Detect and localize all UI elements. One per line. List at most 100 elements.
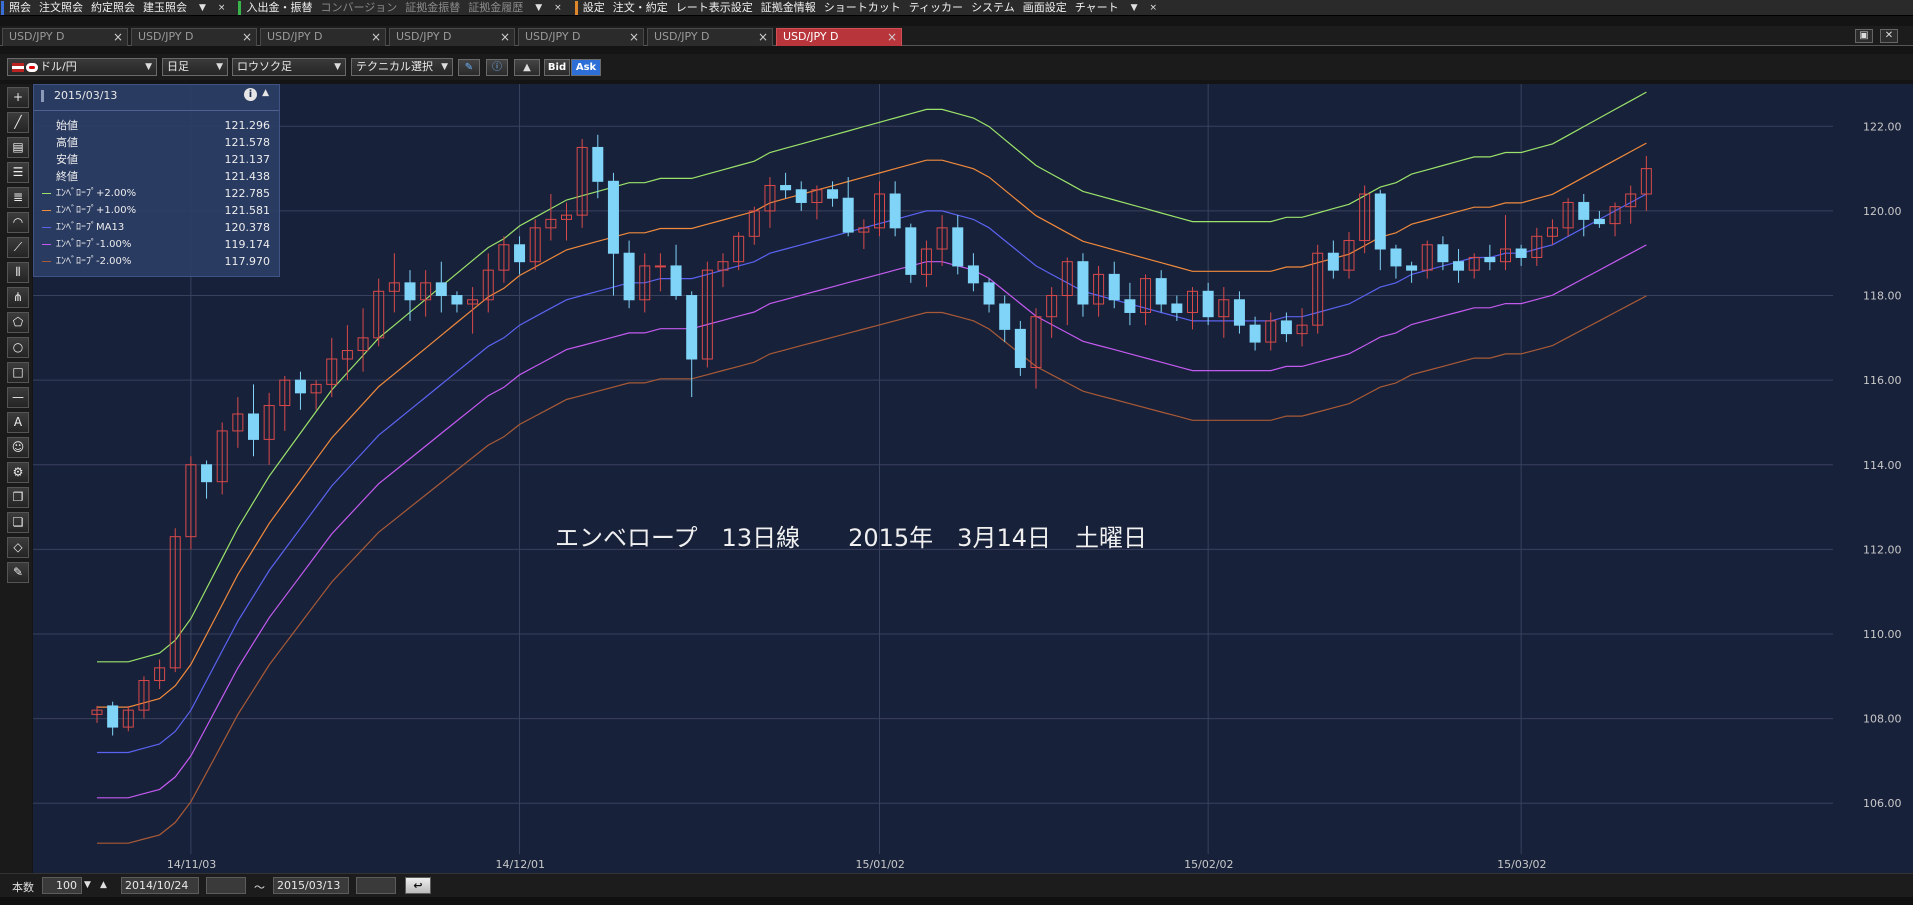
close-icon[interactable]: ×	[1144, 0, 1164, 16]
menu-item[interactable]: 注文照会	[37, 0, 89, 16]
fan-tool-icon[interactable]: ⟋	[7, 237, 29, 258]
chart-area[interactable]: 106.00 108.00 110.00 112.00 114.00 116.00 118.…	[33, 84, 1913, 874]
us-flag-icon	[12, 62, 24, 72]
menu-item[interactable]: ティッカー	[907, 0, 969, 16]
menu-item[interactable]: ショートカット	[822, 0, 907, 16]
collapse-icon[interactable]: ▲	[262, 88, 269, 98]
copy-tool-icon[interactable]: ❐	[7, 487, 29, 508]
pen-tool-button[interactable]: ✎	[458, 59, 480, 76]
menu-item[interactable]: 入出金・振替	[244, 0, 318, 16]
chart-type-select[interactable]: ロウソク足 ▼	[232, 58, 346, 76]
ask-button[interactable]: Ask	[571, 59, 601, 76]
chart-tab-label: USD/JPY D	[783, 30, 839, 43]
spin-up-icon[interactable]: ▲	[100, 880, 107, 890]
info-row-label: 始値	[56, 119, 78, 132]
paste-tool-icon[interactable]: ❏	[7, 512, 29, 533]
menu-item[interactable]: 証拠金情報	[759, 0, 822, 16]
close-icon[interactable]: ×	[242, 29, 252, 45]
rectangle-tool-icon[interactable]: □	[7, 362, 29, 383]
menu-item[interactable]: 証拠金履歴	[466, 0, 529, 16]
close-icon[interactable]: ×	[371, 29, 381, 45]
menu-item[interactable]: 注文・約定	[611, 0, 674, 16]
menu-item[interactable]: 建玉照会	[141, 0, 193, 16]
chart-tab[interactable]: USD/JPY D ×	[647, 28, 773, 46]
menu-item[interactable]: 約定照会	[89, 0, 141, 16]
apply-range-button[interactable]: ↩	[405, 877, 431, 894]
settings-tool-icon[interactable]: ⚙	[7, 462, 29, 483]
menu-item[interactable]: 照会	[7, 0, 37, 16]
hline-tool-icon[interactable]: —	[7, 387, 29, 408]
menu-item[interactable]: 証拠金振替	[403, 0, 466, 16]
count-input[interactable]: 100	[42, 877, 82, 894]
info-row-value: 121.578	[224, 136, 271, 149]
fibonacci-tool-icon[interactable]: ≣	[7, 187, 29, 208]
info-row-label: ｴﾝﾍﾞﾛｰﾌﾟ+1.00%	[56, 205, 137, 216]
chart-tab[interactable]: USD/JPY D ×	[389, 28, 515, 46]
x-tick-label: 14/12/01	[496, 858, 545, 871]
chart-tab-label: USD/JPY D	[396, 30, 452, 43]
menu-item[interactable]: レート表示設定	[674, 0, 759, 16]
menu-item[interactable]: コンバージョン	[318, 0, 403, 16]
chevron-down-icon[interactable]: ▼	[193, 0, 212, 16]
info-button[interactable]: ⓘ	[486, 59, 508, 76]
candlestick-chart[interactable]: 106.00 108.00 110.00 112.00 114.00 116.00 118.…	[33, 84, 1913, 874]
end-date-input[interactable]: 2015/03/13	[273, 877, 349, 894]
close-icon[interactable]: ×	[113, 29, 123, 45]
eraser-all-tool-icon[interactable]: ✎	[7, 562, 29, 583]
close-window-button[interactable]: ✕	[1880, 29, 1898, 43]
info-icon[interactable]: i	[244, 88, 257, 101]
chart-tab[interactable]: USD/JPY D ×	[260, 28, 386, 46]
envelope-series-line	[97, 244, 1647, 799]
spin-down-icon[interactable]: ▼	[84, 880, 91, 890]
start-date-input[interactable]: 2014/10/24	[121, 877, 199, 894]
close-icon[interactable]: ×	[629, 29, 639, 45]
candle-body	[514, 244, 526, 263]
stamp-tool-icon[interactable]: ☺	[7, 437, 29, 458]
end-time-input[interactable]	[356, 877, 396, 894]
menu-item[interactable]: チャート	[1073, 0, 1125, 16]
chevron-down-icon[interactable]: ▼	[1125, 0, 1144, 16]
start-time-input[interactable]	[206, 877, 246, 894]
close-icon[interactable]: ×	[887, 29, 897, 45]
panel-grip[interactable]	[41, 90, 44, 102]
chart-tab[interactable]: USD/JPY D ×	[131, 28, 257, 46]
bid-button[interactable]: Bid	[544, 59, 570, 76]
currency-pair-select[interactable]: ドル/円 ▼	[7, 58, 157, 76]
candle-body	[1249, 324, 1261, 343]
chart-tab[interactable]: USD/JPY D ×	[518, 28, 644, 46]
chart-tab[interactable]: USD/JPY D ×	[2, 28, 128, 46]
menu-item[interactable]: 画面設定	[1021, 0, 1073, 16]
horizontal-lines-tool-icon[interactable]: ☰	[7, 162, 29, 183]
text-tool-icon[interactable]: A	[7, 412, 29, 433]
menu-item[interactable]: システム	[969, 0, 1021, 16]
currency-pair-label: ドル/円	[40, 60, 77, 73]
pentagon-tool-icon[interactable]: ⬠	[7, 312, 29, 333]
info-row-value: 120.378	[224, 221, 271, 234]
crosshair-tool-icon[interactable]: +	[7, 87, 29, 108]
arc-tool-icon[interactable]: ◠	[7, 212, 29, 233]
candle-body	[592, 146, 604, 182]
vertical-lines-tool-icon[interactable]: ⦀	[7, 262, 29, 283]
candle-body	[654, 265, 666, 268]
ruler-tool-icon[interactable]: ▤	[7, 137, 29, 158]
chevron-down-icon[interactable]: ▼	[529, 0, 548, 16]
envelope-series-line	[97, 142, 1647, 708]
eraser-tool-icon[interactable]: ◇	[7, 537, 29, 558]
trendline-tool-icon[interactable]: ╱	[7, 112, 29, 133]
chart-style-button[interactable]: ▲	[514, 59, 540, 76]
close-icon[interactable]: ×	[758, 29, 768, 45]
technical-select-button[interactable]: テクニカル選択 ▼	[351, 58, 453, 76]
close-icon[interactable]: ×	[212, 0, 232, 16]
circle-tool-icon[interactable]: ○	[7, 337, 29, 358]
menu-bar: 照会 注文照会 約定照会 建玉照会 ▼ × 入出金・振替 コンバージョン 証拠金振替 証拠金履歴 ▼…	[0, 0, 1913, 16]
menu-item[interactable]: 設定	[581, 0, 611, 16]
chart-tab-label: USD/JPY D	[267, 30, 323, 43]
info-row-label: 終値	[56, 170, 78, 183]
close-icon[interactable]: ×	[548, 0, 568, 16]
timeframe-select[interactable]: 日足 ▼	[162, 58, 228, 76]
chart-tab[interactable]: USD/JPY D ×	[776, 28, 902, 46]
candle-body	[795, 189, 807, 203]
restore-window-button[interactable]: ▣	[1855, 29, 1873, 43]
pitchfork-tool-icon[interactable]: ⋔	[7, 287, 29, 308]
close-icon[interactable]: ×	[500, 29, 510, 45]
